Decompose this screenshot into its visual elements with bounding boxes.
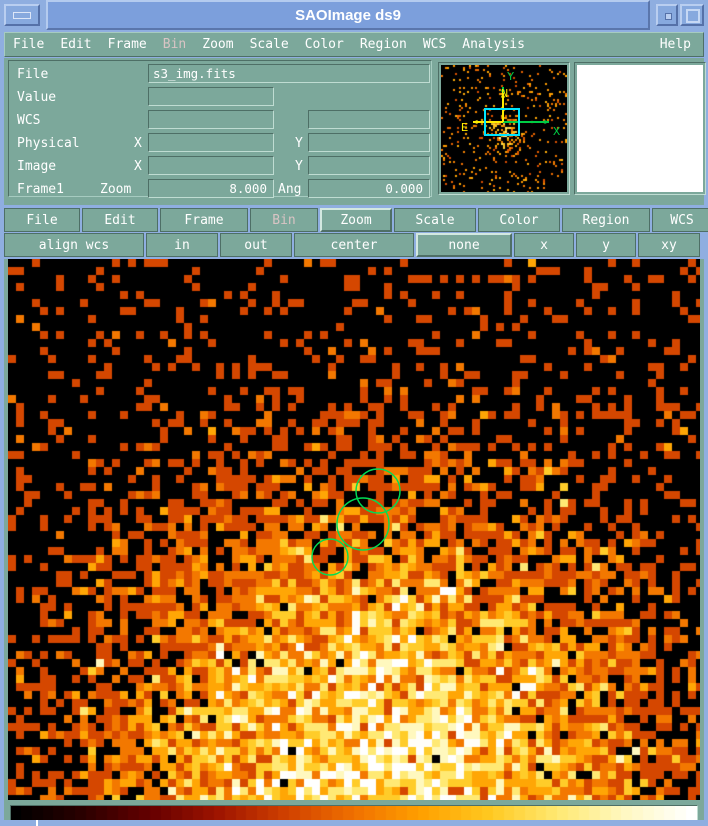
panner-label-y: Y	[507, 70, 514, 84]
label-physical-y: Y	[295, 136, 303, 151]
region-circle[interactable]	[336, 497, 390, 551]
minimize-button[interactable]	[4, 4, 40, 26]
magnifier[interactable]	[577, 65, 703, 192]
value-image-y	[308, 156, 430, 175]
panner-compass: X Y N E	[461, 70, 560, 139]
button-scale[interactable]: Scale	[394, 208, 476, 232]
label-image-y: Y	[295, 159, 303, 174]
region-overlay[interactable]	[8, 259, 700, 800]
button-row-primary: File Edit Frame Bin Zoom Scale Color Region WCS	[4, 208, 708, 232]
info-row-value: Value	[12, 87, 428, 108]
info-row-image: Image X Y	[12, 156, 430, 177]
restore-button[interactable]	[656, 4, 678, 26]
panner-label-n: N	[501, 87, 508, 101]
button-color[interactable]: Color	[478, 208, 560, 232]
value-wcs-alpha	[148, 110, 274, 129]
info-panel: File s3_img.fits Value WCS Physical X Y	[8, 60, 432, 200]
value-physical-x	[148, 133, 274, 152]
value-physical-y	[308, 133, 430, 152]
value-zoom: 8.000	[148, 179, 274, 198]
label-image-x: X	[134, 159, 142, 174]
label-physical-x: X	[134, 136, 142, 151]
value-image-x	[148, 156, 274, 175]
menu-bar: File Edit Frame Bin Zoom Scale Color Region WCS A…	[4, 32, 704, 57]
panner-frame: X Y N E	[438, 62, 570, 195]
minimize-icon	[13, 12, 31, 19]
restore-icon	[665, 13, 672, 20]
window-title: SAOImage ds9	[295, 6, 401, 24]
window-title-bar: SAOImage ds9	[46, 0, 650, 30]
info-panel-area: File s3_img.fits Value WCS Physical X Y	[4, 58, 706, 205]
label-file: File	[17, 67, 49, 82]
image-frame-area	[4, 259, 704, 802]
button-out[interactable]: out	[220, 233, 292, 257]
button-x[interactable]: x	[514, 233, 574, 257]
scrollbar-knob[interactable]	[36, 820, 38, 826]
menu-wcs[interactable]: WCS	[415, 33, 454, 56]
maximize-button[interactable]	[680, 4, 704, 26]
value-pixel	[148, 87, 274, 106]
button-zoom[interactable]: Zoom	[320, 208, 392, 232]
button-center[interactable]: center	[294, 233, 414, 257]
menu-edit[interactable]: Edit	[52, 33, 99, 56]
button-xy[interactable]: xy	[638, 233, 700, 257]
button-in[interactable]: in	[146, 233, 218, 257]
ds9-window: SAOImage ds9 File Edit Frame Bin Zoom Scale Co…	[0, 0, 708, 826]
bottom-scrollbar[interactable]	[0, 820, 708, 826]
region-circle[interactable]	[355, 468, 401, 514]
label-zoom: Zoom	[100, 182, 132, 197]
button-edit[interactable]: Edit	[82, 208, 158, 232]
button-align-wcs[interactable]: align wcs	[4, 233, 144, 257]
label-ang: Ang	[278, 182, 302, 197]
value-wcs-delta	[308, 110, 430, 129]
menu-analysis[interactable]: Analysis	[454, 33, 533, 56]
panner-axis-x-head	[544, 119, 549, 125]
label-wcs: WCS	[17, 113, 41, 128]
menu-help[interactable]: Help	[652, 33, 699, 56]
button-y[interactable]: y	[576, 233, 636, 257]
label-value: Value	[17, 90, 57, 105]
maximize-icon	[686, 9, 700, 23]
menu-bin: Bin	[162, 37, 187, 52]
colorbar[interactable]	[11, 806, 697, 821]
panner-axis-east-head	[473, 119, 478, 125]
button-wcs[interactable]: WCS	[652, 208, 708, 232]
button-region[interactable]: Region	[562, 208, 650, 232]
menu-color[interactable]: Color	[297, 33, 352, 56]
panner[interactable]: X Y N E	[441, 65, 567, 192]
label-image: Image	[17, 159, 57, 174]
info-row-frame: Frame1 Zoom 8.000 Ang 0.000	[12, 179, 430, 200]
panner-label-x: X	[553, 125, 560, 139]
info-row-file: File s3_img.fits	[12, 64, 430, 85]
info-row-physical: Physical X Y	[12, 133, 430, 154]
value-angle: 0.000	[308, 179, 430, 198]
region-circle[interactable]	[311, 538, 349, 576]
menu-file[interactable]: File	[5, 33, 52, 56]
menu-frame[interactable]: Frame	[100, 33, 155, 56]
title-bar: SAOImage ds9	[0, 0, 708, 30]
menu-zoom[interactable]: Zoom	[194, 33, 241, 56]
button-none[interactable]: none	[416, 233, 512, 257]
info-row-wcs: WCS	[12, 110, 430, 131]
label-frame: Frame1	[17, 182, 64, 197]
menu-region[interactable]: Region	[352, 33, 415, 56]
label-physical: Physical	[17, 136, 80, 151]
value-file: s3_img.fits	[148, 64, 430, 83]
button-row-secondary: align wcs in out center none x y xy	[4, 233, 704, 257]
panner-label-e: E	[461, 121, 468, 135]
image-display[interactable]	[8, 259, 700, 800]
button-file[interactable]: File	[4, 208, 80, 232]
magnifier-frame	[574, 62, 706, 195]
menu-scale[interactable]: Scale	[242, 33, 297, 56]
button-bin: Bin	[250, 208, 318, 232]
button-frame[interactable]: Frame	[160, 208, 248, 232]
